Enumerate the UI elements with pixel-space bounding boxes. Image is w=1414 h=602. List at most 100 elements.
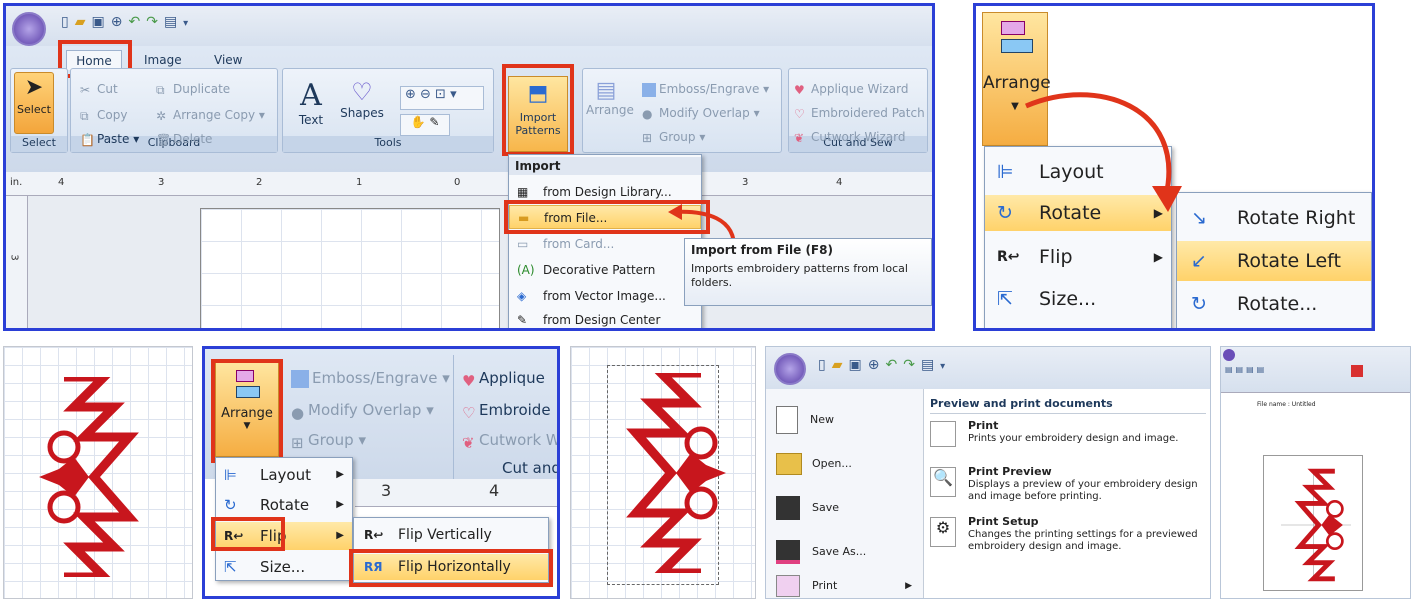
embroidered-button[interactable]: ♡ Embroide bbox=[462, 401, 551, 422]
group-button[interactable]: ⊞ Group ▾ bbox=[642, 130, 705, 145]
entry-setup-desc: Changes the printing settings for a prev… bbox=[968, 529, 1198, 552]
cutwork-button[interactable]: ❦ Cutwork W bbox=[462, 431, 557, 452]
menu-item-flip[interactable]: R↩ Flip ▶ bbox=[985, 239, 1171, 275]
arrange-icon bbox=[232, 370, 262, 406]
group-icon: ⊞ bbox=[642, 130, 653, 145]
copy-button[interactable]: ⧉ Copy bbox=[80, 108, 127, 123]
design-center-icon: ✎ bbox=[517, 313, 528, 327]
chevron-down-icon: ▼ bbox=[243, 421, 251, 431]
preview-toolbar: ▤▤▤▤ bbox=[1221, 347, 1410, 393]
tab-image[interactable]: Image bbox=[144, 53, 182, 67]
cutwork-wizard-button[interactable]: ❦ Cutwork Wizard bbox=[794, 130, 905, 145]
menu-item-flip[interactable]: R↩ Flip ▶ bbox=[216, 522, 352, 550]
text-button[interactable]: A Text bbox=[296, 78, 326, 127]
duplicate-button[interactable]: ⧉ Duplicate bbox=[156, 82, 230, 97]
delete-button[interactable]: 🗑 Delete bbox=[156, 132, 212, 147]
overlap-icon: ● bbox=[291, 403, 305, 422]
embroidered-patch-button[interactable]: ♡ Embroidered Patch bbox=[794, 106, 925, 121]
preview-icon[interactable]: ▤ bbox=[164, 14, 183, 30]
flip-vertical-icon: R↩ bbox=[364, 528, 384, 542]
menu-item-flip-vertically[interactable]: R↩ Flip Vertically bbox=[354, 522, 548, 548]
zoom-icon[interactable]: ⊕ bbox=[111, 14, 129, 30]
ruler-unit: in. bbox=[10, 177, 23, 188]
panel-print-menu: ▯▰▣⊕↶↷▤▾ New Open... Save Save As... Pri… bbox=[765, 346, 1211, 599]
menu-save[interactable]: Save bbox=[776, 491, 839, 525]
arrange-button[interactable]: ▤ Arrange bbox=[586, 78, 634, 117]
select-button[interactable]: ➤ Select bbox=[14, 72, 54, 134]
file-name-label: File name : Untitled bbox=[1257, 401, 1316, 408]
tab-view[interactable]: View bbox=[214, 53, 242, 67]
menu-item-size[interactable]: ⇱ Size... bbox=[985, 281, 1171, 317]
group-button[interactable]: ⊞ Group ▾ bbox=[291, 431, 366, 452]
menu-item-rotate-dialog[interactable]: ↻ Rotate... bbox=[1177, 285, 1371, 323]
arrange-copy-button[interactable]: ✲ Arrange Copy ▾ bbox=[156, 108, 265, 123]
menu-item-design-center[interactable]: ✎ from Design Center bbox=[509, 309, 701, 328]
paste-button[interactable]: 📋 Paste ▾ bbox=[80, 132, 139, 147]
import-menu-header: Import bbox=[509, 157, 701, 175]
emboss-button[interactable]: Emboss/Engrave ▾ bbox=[642, 82, 769, 97]
save-icon[interactable]: ▣ bbox=[92, 14, 111, 30]
app-orb-icon[interactable] bbox=[1223, 349, 1235, 361]
undo-icon[interactable]: ↶ bbox=[128, 14, 146, 30]
file-menu: New Open... Save Save As... Print ▶ bbox=[766, 389, 924, 598]
import-tooltip: Import from File (F8) Imports embroidery… bbox=[684, 238, 932, 306]
new-icon[interactable]: ▯ bbox=[61, 14, 75, 30]
qat-dropdown-icon[interactable]: ▾ bbox=[183, 18, 194, 29]
modify-overlap-button[interactable]: ● Modify Overlap ▾ bbox=[291, 401, 434, 422]
menu-new[interactable]: New bbox=[776, 403, 834, 437]
emboss-button[interactable]: Emboss/Engrave ▾ bbox=[291, 369, 450, 388]
menu-print[interactable]: Print ▶ bbox=[776, 573, 916, 598]
ruler-tick-2: 2 bbox=[256, 177, 263, 188]
menu-item-rotate[interactable]: ↻ Rotate ▶ bbox=[216, 492, 352, 518]
preview-buttons[interactable]: ▤▤▤▤ bbox=[1225, 365, 1315, 385]
decorative-icon: (A) bbox=[517, 263, 535, 277]
app-orb-icon[interactable] bbox=[12, 12, 46, 46]
cutwork-icon: ❦ bbox=[794, 130, 805, 145]
title-bar: ▯▰▣⊕↶↷▤▾ bbox=[766, 347, 1210, 389]
redo-icon[interactable]: ↷ bbox=[146, 14, 164, 30]
import-icon: ⬒ bbox=[527, 81, 549, 106]
entry-print-setup[interactable]: ⚙ Print Setup Changes the printing setti… bbox=[930, 515, 1206, 563]
menu-save-as[interactable]: Save As... bbox=[776, 535, 866, 569]
preview-design-image bbox=[1281, 468, 1351, 582]
design-canvas[interactable] bbox=[200, 208, 500, 328]
entry-preview-desc: Displays a preview of your embroidery de… bbox=[968, 479, 1198, 502]
cut-sew-group: ♥ Applique ♡ Embroide ❦ Cutwork W Cut and bbox=[453, 355, 557, 479]
entry-preview-title: Print Preview bbox=[968, 465, 1052, 478]
open-icon[interactable]: ▰ bbox=[75, 14, 92, 30]
cut-button[interactable]: ✂ Cut bbox=[80, 82, 118, 97]
menu-item-size[interactable]: ⇱ Size... bbox=[216, 554, 352, 580]
entry-print[interactable]: Print Prints your embroidery design and … bbox=[930, 419, 1206, 455]
close-preview-icon[interactable] bbox=[1351, 365, 1363, 377]
entry-print-preview[interactable]: 🔍 Print Preview Displays a preview of yo… bbox=[930, 465, 1206, 513]
shapes-button[interactable]: ♡ Shapes bbox=[340, 78, 384, 120]
heart-icon: ♥ bbox=[462, 371, 476, 390]
menu-item-rotate-left[interactable]: ↙ Rotate Left bbox=[1177, 241, 1371, 281]
embroidery-design-image bbox=[626, 373, 726, 573]
pan-tools[interactable]: ✋ ✎ bbox=[400, 114, 450, 136]
save-as-icon bbox=[776, 540, 800, 564]
applique-button[interactable]: ♥ Applique bbox=[462, 369, 545, 390]
modify-overlap-button[interactable]: ● Modify Overlap ▾ bbox=[642, 106, 760, 121]
select-group-label: Select bbox=[11, 136, 67, 152]
menu-item-decorative[interactable]: (A) Decorative Pattern bbox=[509, 259, 701, 281]
menu-item-layout[interactable]: ⊫ Layout ▶ bbox=[216, 462, 352, 488]
import-patterns-button[interactable]: ⬒ Import Patterns bbox=[508, 76, 568, 152]
menu-item-flip-horizontally[interactable]: RЯ Flip Horizontally bbox=[354, 554, 548, 580]
submenu-arrow-icon: ▶ bbox=[1153, 250, 1163, 264]
menu-item-vector[interactable]: ◈ from Vector Image... bbox=[509, 285, 701, 307]
heart-outline-icon: ♡ bbox=[794, 106, 805, 121]
panel-design-original bbox=[3, 346, 193, 599]
menu-open[interactable]: Open... bbox=[776, 447, 852, 481]
preview-area: File name : Untitled bbox=[1221, 393, 1410, 598]
curved-arrow bbox=[1025, 92, 1182, 212]
tab-home[interactable]: Home bbox=[66, 50, 122, 70]
app-orb-icon[interactable] bbox=[774, 353, 806, 385]
arrange-button[interactable]: Arrange ▼ bbox=[215, 361, 279, 457]
ruler-tick-1: 1 bbox=[356, 177, 363, 188]
applique-wizard-button[interactable]: ♥ Applique Wizard bbox=[794, 82, 908, 97]
panel-import-patterns: ▯▰▣⊕↶↷▤▾ Home Image View Select ➤ Select… bbox=[3, 3, 935, 331]
panel-design-flipped bbox=[570, 346, 756, 599]
rotate-icon: ↻ bbox=[1191, 293, 1207, 315]
save-icon bbox=[776, 496, 800, 520]
